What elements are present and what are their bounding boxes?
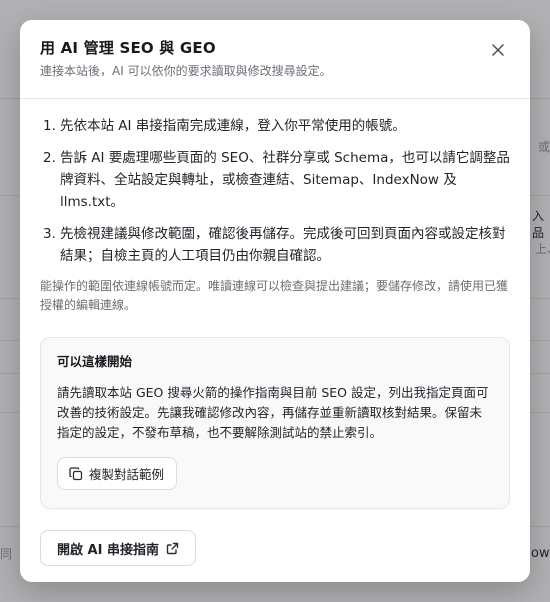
open-guide-label: 開啟 AI 串接指南 [57, 542, 159, 558]
dialog-subtitle: 連接本站後，AI 可以依你的要求讀取與修改搜尋設定。 [40, 64, 332, 78]
starter-prompt-text: 請先讀取本站 GEO 搜尋火箭的操作指南與目前 SEO 設定，列出我指定頁面可改… [57, 385, 489, 440]
step-text: 先檢視建議與修改範圍，確認後再儲存。完成後可回到頁面內容或設定核對結果；自檢主頁… [60, 226, 506, 264]
step-number: 2. [43, 150, 56, 166]
steps-list: 1. 先依本站 AI 串接指南完成連線，登入你平常使用的帳號。 2. 告訴 AI… [40, 115, 510, 267]
step-text: 告訴 AI 要處理哪些頁面的 SEO、社群分享或 Schema，也可以請它調整品… [60, 150, 510, 210]
dialog-header: 用 AI 管理 SEO 與 GEO 連接本站後，AI 可以依你的要求讀取與修改搜… [20, 20, 530, 99]
starter-title: 可以這樣開始 [57, 354, 133, 369]
external-link-icon [166, 542, 179, 554]
step-number: 1. [43, 118, 56, 134]
step-item: 3. 先檢視建議與修改範圍，確認後再儲存。完成後可回到頁面內容或設定核對結果；自… [40, 223, 510, 267]
dialog-title: 用 AI 管理 SEO 與 GEO [40, 39, 216, 57]
close-button[interactable] [488, 40, 508, 60]
copy-prompt-button[interactable]: 複製對話範例 [57, 457, 178, 490]
step-item: 1. 先依本站 AI 串接指南完成連線，登入你平常使用的帳號。 [40, 115, 510, 137]
copy-prompt-label: 複製對話範例 [89, 467, 165, 482]
close-icon [492, 44, 504, 56]
starter-prompt-card: 可以這樣開始 請先讀取本站 GEO 搜尋火箭的操作指南與目前 SEO 設定，列出… [40, 337, 510, 509]
step-number: 3. [43, 226, 56, 242]
step-item: 2. 告訴 AI 要處理哪些頁面的 SEO、社群分享或 Schema，也可以請它… [40, 147, 510, 213]
dialog-body: 1. 先依本站 AI 串接指南完成連線，登入你平常使用的帳號。 2. 告訴 AI… [20, 99, 530, 509]
open-guide-button[interactable]: 開啟 AI 串接指南 [40, 530, 196, 566]
permission-note: 能操作的範圍依連線帳號而定。唯讀連線可以檢查與提出建議；要儲存修改，請使用已獲授… [40, 279, 509, 312]
step-text: 先依本站 AI 串接指南完成連線，登入你平常使用的帳號。 [60, 118, 406, 134]
copy-icon [69, 466, 83, 480]
seo-geo-dialog: 用 AI 管理 SEO 與 GEO 連接本站後，AI 可以依你的要求讀取與修改搜… [20, 20, 530, 582]
